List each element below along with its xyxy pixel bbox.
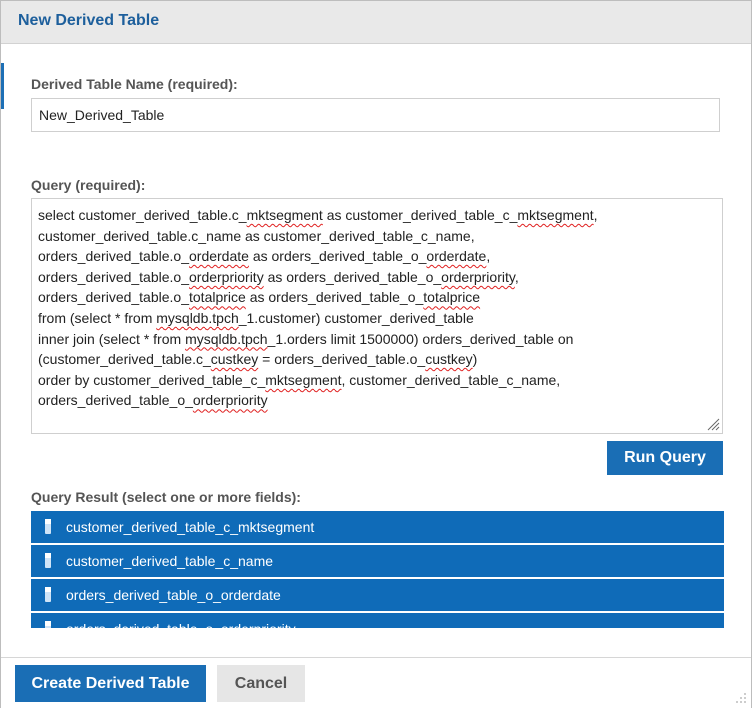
query-text: (customer_derived_table.c_ bbox=[38, 351, 211, 368]
query-line: inner join (select * from mysqldb.tpch_1… bbox=[38, 329, 716, 350]
query-text: , bbox=[486, 248, 491, 265]
query-text: totalprice bbox=[189, 289, 246, 306]
dialog-footer: Create Derived Table Cancel bbox=[1, 657, 751, 708]
field-icon bbox=[45, 519, 51, 534]
dialog-title: New Derived Table bbox=[18, 12, 160, 29]
query-text: custkey bbox=[425, 351, 473, 368]
result-field-label: customer_derived_table_c_name bbox=[66, 553, 274, 569]
query-text: ) bbox=[472, 351, 478, 368]
query-text: inner join (select * from bbox=[38, 330, 186, 347]
create-derived-table-button[interactable]: Create Derived Table bbox=[15, 665, 206, 702]
query-result-list[interactable]: customer_derived_table_c_mktsegment cust… bbox=[31, 511, 724, 628]
field-icon bbox=[45, 587, 51, 602]
query-line: from (select * from mysqldb.tpch_1.custo… bbox=[38, 308, 716, 329]
query-text: from (select * from bbox=[38, 309, 157, 326]
new-derived-table-dialog: New Derived Table Derived Table Name (re… bbox=[0, 0, 752, 708]
query-line: (customer_derived_table.c_custkey = orde… bbox=[38, 349, 716, 370]
run-query-button[interactable]: Run Query bbox=[607, 441, 723, 475]
query-text: mktsegment bbox=[517, 207, 594, 223]
query-text: _1.orders limit 1500000) orders_derived_… bbox=[267, 330, 574, 347]
field-icon bbox=[45, 553, 51, 568]
query-line: orders_derived_table_o_orderpriority bbox=[38, 390, 716, 411]
query-text: custkey bbox=[210, 351, 259, 368]
query-text: orders_derived_table.o_ bbox=[38, 289, 189, 306]
query-text: orders_derived_table.o_ bbox=[38, 268, 189, 285]
query-text: select customer_derived_table.c_ bbox=[38, 207, 247, 223]
query-text: as orders_derived_table_o_ bbox=[248, 248, 427, 265]
query-text: = orders_derived_table.o_ bbox=[258, 351, 426, 368]
query-line: order by customer_derived_table_c_mktseg… bbox=[38, 370, 716, 391]
field-icon bbox=[45, 621, 51, 628]
query-text: customer_derived_table.c_name as custome… bbox=[38, 227, 475, 244]
query-text: totalprice bbox=[423, 289, 481, 306]
resize-grip-icon[interactable] bbox=[706, 417, 720, 431]
focus-accent-bar bbox=[1, 63, 4, 109]
query-text: mysqldb.tpch bbox=[156, 309, 239, 326]
dialog-titlebar[interactable]: New Derived Table bbox=[1, 1, 751, 44]
query-text: orderpriority bbox=[192, 392, 268, 409]
query-text: mktsegment bbox=[265, 371, 342, 388]
query-text: orders_derived_table_o_ bbox=[38, 392, 193, 409]
result-field-label: orders_derived_table_o_orderdate bbox=[66, 587, 281, 603]
derived-table-name-input[interactable] bbox=[31, 98, 720, 132]
query-text: as orders_derived_table_o_ bbox=[245, 289, 424, 306]
query-line: select customer_derived_table.c_mktsegme… bbox=[38, 205, 716, 226]
query-text: _1.customer) customer_derived_table bbox=[238, 309, 474, 326]
query-line: orders_derived_table.o_orderdate as orde… bbox=[38, 246, 716, 267]
query-result-label: Query Result (select one or more fields)… bbox=[31, 489, 301, 505]
query-text: , customer_derived_table_c_name, bbox=[341, 371, 561, 388]
result-field-item[interactable]: customer_derived_table_c_name bbox=[31, 545, 724, 577]
query-label: Query (required): bbox=[31, 177, 146, 193]
query-line: orders_derived_table.o_orderpriority as … bbox=[38, 267, 716, 288]
result-field-item[interactable]: orders_derived_table_o_orderpriority bbox=[31, 613, 724, 628]
query-textarea[interactable]: select customer_derived_table.c_mktsegme… bbox=[31, 198, 723, 434]
result-field-label: customer_derived_table_c_mktsegment bbox=[66, 519, 315, 535]
query-text: orderpriority bbox=[189, 268, 264, 285]
cancel-button[interactable]: Cancel bbox=[217, 665, 305, 702]
query-text: mysqldb.tpch bbox=[185, 330, 268, 347]
query-text: , bbox=[593, 207, 598, 223]
query-line: customer_derived_table.c_name as custome… bbox=[38, 226, 716, 247]
derived-table-name-label: Derived Table Name (required): bbox=[31, 76, 238, 92]
query-text: orders_derived_table.o_ bbox=[38, 248, 189, 265]
query-text: orderdate bbox=[426, 248, 487, 265]
resize-grip-icon[interactable] bbox=[735, 692, 747, 704]
query-text: mktsegment bbox=[246, 207, 323, 223]
result-field-item[interactable]: orders_derived_table_o_orderdate bbox=[31, 579, 724, 611]
result-field-item[interactable]: customer_derived_table_c_mktsegment bbox=[31, 511, 724, 543]
query-text: order by customer_derived_table_c_ bbox=[38, 371, 266, 388]
result-field-label: orders_derived_table_o_orderpriority bbox=[66, 621, 296, 628]
query-text: , bbox=[514, 268, 519, 285]
query-text: orderdate bbox=[189, 248, 249, 265]
query-text: as orders_derived_table_o_ bbox=[263, 268, 442, 285]
query-text: as customer_derived_table_c_ bbox=[322, 207, 518, 223]
query-line: orders_derived_table.o_totalprice as ord… bbox=[38, 287, 716, 308]
query-text: orderpriority bbox=[441, 268, 515, 285]
